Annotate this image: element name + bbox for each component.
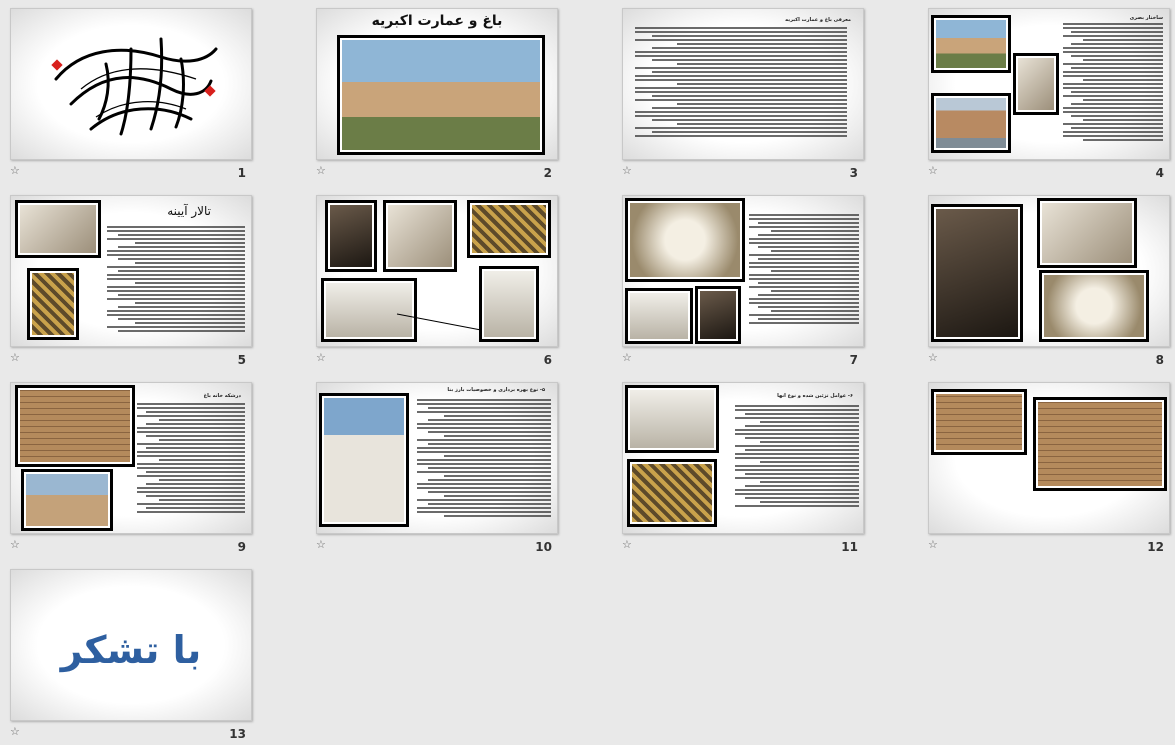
building-photo (931, 93, 1011, 153)
slide-thumbnail-7[interactable]: ☆ 7 (622, 195, 864, 367)
window-photo (695, 286, 741, 344)
star-icon[interactable]: ☆ (316, 165, 326, 177)
slide-thumbnail-5[interactable]: تالار آیینه ☆ 5 (10, 195, 252, 367)
slide-heading: ۵- نوع بهره برداری و خصوصیات بارز بنا (447, 387, 545, 393)
slide-thumbnail-6[interactable]: ☆ 6 (316, 195, 558, 367)
slide-number: 2 (543, 166, 552, 180)
star-icon[interactable]: ☆ (928, 352, 938, 364)
carpet-photo (27, 268, 79, 340)
star-icon[interactable]: ☆ (622, 352, 632, 364)
dome-photo (1039, 270, 1149, 342)
connector-line (396, 313, 482, 331)
slide-number: 7 (849, 353, 858, 367)
skylight-photo (1037, 198, 1137, 268)
star-icon[interactable]: ☆ (10, 352, 20, 364)
slide-thumbnail-10[interactable]: ۵- نوع بهره برداری و خصوصیات بارز بنا ☆ … (316, 382, 558, 554)
star-icon[interactable]: ☆ (10, 726, 20, 738)
carriage-house-photo (15, 385, 135, 467)
slide-number: 13 (229, 727, 246, 741)
slide-heading: ساختار بصری (1129, 15, 1163, 21)
star-icon[interactable]: ☆ (10, 165, 20, 177)
mirror-ceiling-photo (627, 459, 717, 527)
slide-thumbnail-2[interactable]: باغ و عمارت اکبریه ☆ 2 (316, 8, 558, 180)
slide-title: باغ و عمارت اکبریه (371, 13, 503, 29)
slide-thumbnail-9[interactable]: درشکه خانه باغ ☆ 9 (10, 382, 252, 554)
body-text-lines (1063, 23, 1163, 149)
star-icon[interactable]: ☆ (622, 165, 632, 177)
slide-heading: معرفی باغ و عمارت اکبریه (785, 17, 851, 23)
slide-thumbnail-13[interactable]: با تشکر ☆ 13 (10, 569, 252, 741)
slide-number: 11 (841, 540, 858, 554)
body-text-lines (635, 27, 847, 145)
slide-thumbnail-12[interactable]: ☆ 12 (928, 382, 1170, 554)
star-icon[interactable]: ☆ (10, 539, 20, 551)
slide-title: تالار آیینه (167, 204, 211, 218)
slide-number: 9 (237, 540, 246, 554)
star-icon[interactable]: ☆ (928, 165, 938, 177)
slide-number: 12 (1147, 540, 1164, 554)
slide-thumbnail-8[interactable]: ☆ 8 (928, 195, 1170, 367)
brick-pattern-photo (931, 389, 1027, 455)
body-text-lines (107, 226, 245, 338)
facade-photo (1033, 397, 1167, 491)
calligraphy-image (51, 37, 218, 136)
slide-number: 5 (237, 353, 246, 367)
dome-photo (625, 198, 745, 282)
slide-thumbnail-3[interactable]: معرفی باغ و عمارت اکبریه ☆ 3 (622, 8, 864, 180)
slide-thumbnail-1[interactable]: ☆ 1 (10, 8, 252, 180)
ceiling-photo (625, 288, 693, 344)
star-icon[interactable]: ☆ (316, 539, 326, 551)
mirror-hall-photo (15, 200, 101, 258)
column-detail-photo (625, 385, 719, 453)
gate-photo (319, 393, 409, 527)
ornate-ceiling-photo (931, 204, 1023, 342)
body-text-lines (417, 399, 551, 523)
slide-number: 3 (849, 166, 858, 180)
slide-number: 6 (543, 353, 552, 367)
body-text-lines (735, 405, 859, 509)
slide-number: 1 (237, 166, 246, 180)
star-icon[interactable]: ☆ (622, 539, 632, 551)
star-icon[interactable]: ☆ (316, 352, 326, 364)
slide-heading: درشکه خانه باغ (203, 393, 241, 399)
slide-heading: ۶- عوامل تزئین شده و نوع آنها (777, 393, 853, 399)
interior-photo (1013, 53, 1059, 115)
body-text-lines (749, 214, 859, 332)
courtyard-photo (931, 15, 1011, 73)
star-icon[interactable]: ☆ (928, 539, 938, 551)
outdoor-photo (21, 469, 113, 531)
slide-thumbnail-4[interactable]: ساختار بصری ☆ 4 (928, 8, 1170, 180)
courtyard-photo (337, 35, 545, 155)
slide-number: 8 (1155, 353, 1164, 367)
slide-number: 4 (1155, 166, 1164, 180)
body-text-lines (137, 403, 245, 521)
slide-title: با تشکر (60, 628, 202, 672)
slide-number: 10 (535, 540, 552, 554)
slide-thumbnail-11[interactable]: ۶- عوامل تزئین شده و نوع آنها ☆ 11 (622, 382, 864, 554)
